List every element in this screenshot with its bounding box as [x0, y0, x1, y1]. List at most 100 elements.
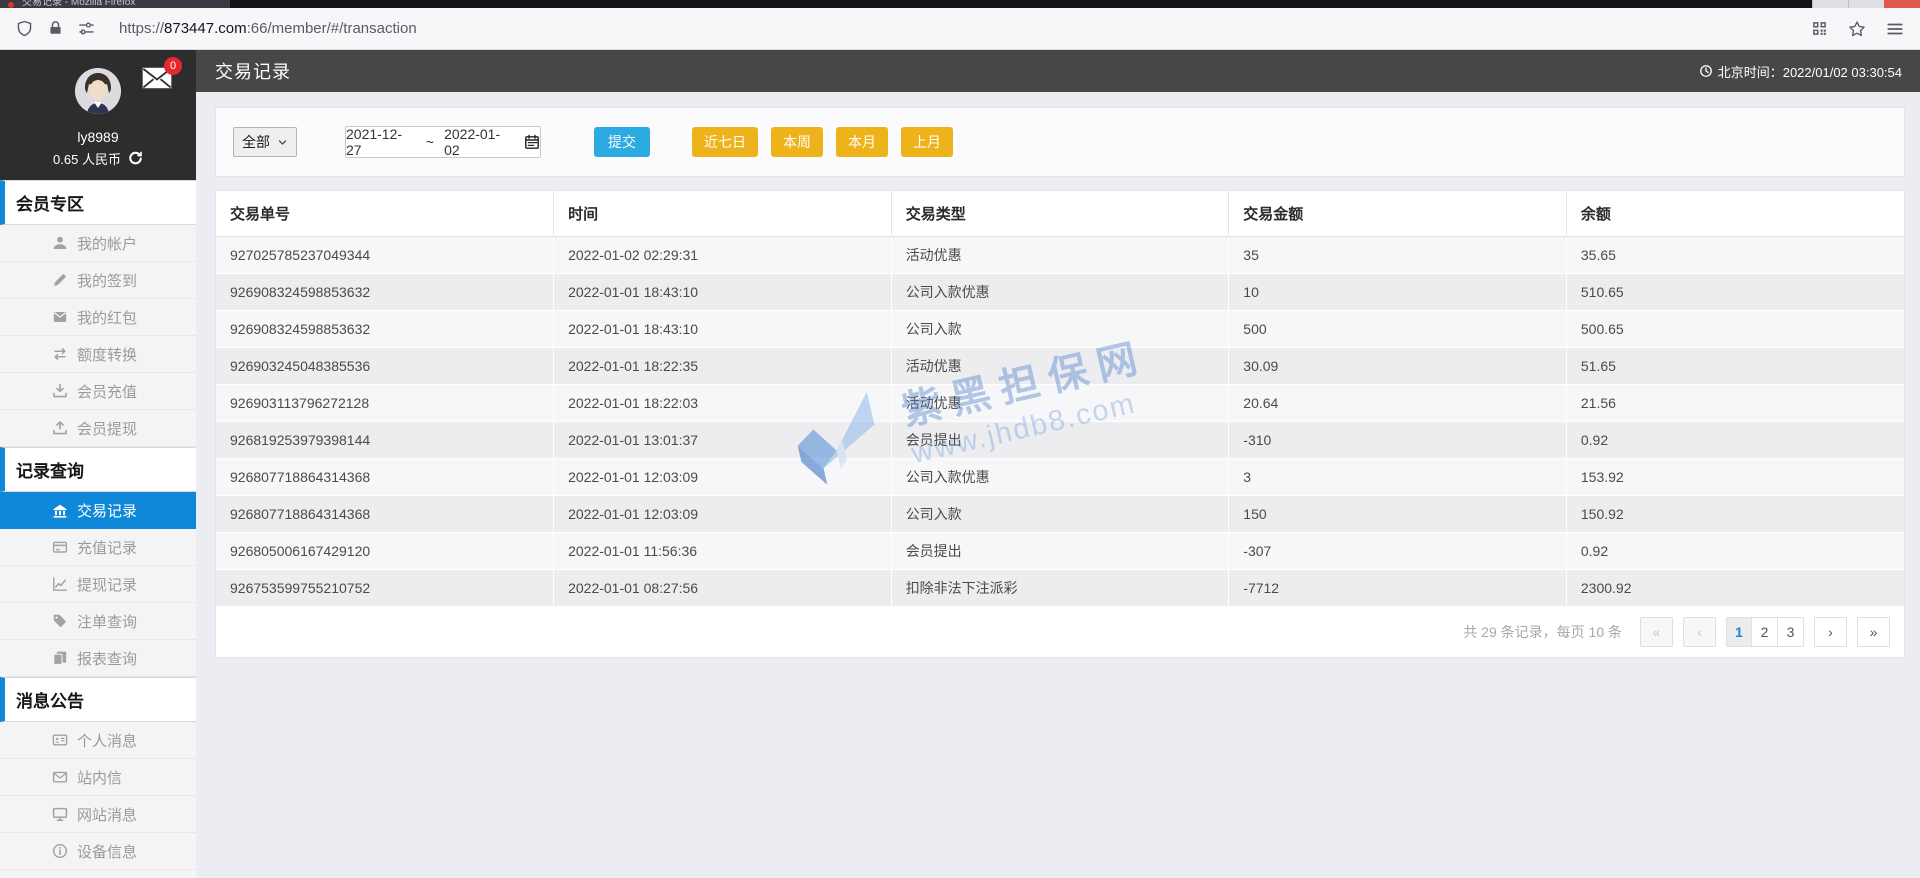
sidebar-item-label: 会员提现 [77, 420, 138, 438]
sidebar-item-label: 报表查询 [77, 650, 138, 668]
quick-button-this-week[interactable]: 本周 [771, 127, 823, 157]
cell-amount: 10 [1228, 273, 1567, 311]
sidebar-item-member-withdraw[interactable]: 会员提现 [0, 410, 196, 447]
url-prefix: https:// [119, 20, 165, 37]
pagination-prev-button[interactable]: ‹ [1683, 616, 1716, 647]
sidebar-item-withdrawal-records[interactable]: 提现记录 [0, 566, 196, 603]
cell-time: 2022-01-01 12:03:09 [553, 495, 892, 533]
table-row: 926903245048385536 2022-01-01 18:22:35 活动优… [216, 347, 1904, 385]
sidebar-section-records-query: 记录查询 [0, 447, 196, 492]
cell-time: 2022-01-01 12:03:09 [553, 458, 892, 496]
browser-tab-strip: 交易记录 - Mozilla Firefox [0, 0, 1920, 8]
cell-type: 公司入款优惠 [891, 458, 1230, 496]
table-row: 926753599755210752 2022-01-01 08:27:56 扣除非… [216, 569, 1904, 607]
shield-icon[interactable] [16, 20, 33, 37]
avatar[interactable] [75, 68, 121, 114]
cell-order-no: 926807718864314368 [216, 458, 555, 496]
maximize-button[interactable] [1848, 0, 1884, 8]
date-separator: ~ [425, 134, 435, 150]
refresh-balance-icon[interactable] [128, 151, 143, 166]
browser-tab[interactable]: 交易记录 - Mozilla Firefox [0, 0, 230, 8]
tags-icon [52, 613, 68, 629]
user-block: ly8989 0.65 人民币 0 [0, 50, 196, 180]
cell-type: 公司入款 [891, 310, 1230, 348]
lock-icon[interactable] [47, 20, 64, 37]
sidebar-item-label: 我的帐户 [77, 235, 138, 253]
sidebar-item-site-messages[interactable]: 网站消息 [0, 796, 196, 833]
table-header-row: 交易单号 时间 交易类型 交易金额 余额 [216, 191, 1904, 237]
url-bar[interactable]: https://873447.com:66/member/#/transacti… [119, 20, 417, 37]
calendar-icon [524, 134, 540, 150]
cell-order-no: 926908324598853632 [216, 273, 555, 311]
submit-button[interactable]: 提交 [594, 127, 650, 157]
transactions-table-card: 交易单号 时间 交易类型 交易金额 余额 927025785237049344 2022-… [215, 190, 1905, 658]
hamburger-menu-icon[interactable] [1886, 20, 1904, 38]
quick-button-this-month[interactable]: 本月 [836, 127, 888, 157]
permissions-icon[interactable] [78, 20, 95, 37]
table-row: 926805006167429120 2022-01-01 11:56:36 会员提… [216, 532, 1904, 570]
sidebar-item-my-account[interactable]: 我的帐户 [0, 225, 196, 262]
sidebar-item-member-deposit[interactable]: 会员充值 [0, 373, 196, 410]
close-button[interactable] [1884, 0, 1920, 8]
sidebar-item-report-query[interactable]: 报表查询 [0, 640, 196, 677]
column-header-order-no: 交易单号 [216, 191, 555, 237]
page-title: 交易记录 [215, 62, 291, 82]
cell-type: 会员提出 [891, 532, 1230, 570]
browser-toolbar: https://873447.com:66/member/#/transacti… [0, 8, 1920, 50]
pagination-page-1[interactable]: 1 [1726, 616, 1752, 647]
pagination-last-button[interactable]: » [1857, 616, 1890, 647]
cell-order-no: 926903113796272128 [216, 384, 555, 422]
bank-icon [52, 503, 68, 519]
sidebar-item-label: 我的红包 [77, 309, 138, 327]
beijing-time: 北京时间：2022/01/02 03:30:54 [1699, 62, 1902, 81]
cell-balance: 35.65 [1566, 236, 1904, 274]
type-select[interactable]: 全部 [233, 127, 297, 157]
cell-time: 2022-01-02 02:29:31 [553, 236, 892, 274]
card-icon [52, 539, 68, 555]
sidebar-item-label: 提现记录 [77, 576, 138, 594]
cell-time: 2022-01-01 18:22:35 [553, 347, 892, 385]
sidebar-item-label: 注单查询 [77, 613, 138, 631]
cell-amount: -307 [1228, 532, 1567, 570]
table-row: 926819253979398144 2022-01-01 13:01:37 会员提… [216, 421, 1904, 459]
sidebar-item-quota-transfer[interactable]: 额度转换 [0, 336, 196, 373]
url-domain: 873447.com [164, 20, 247, 37]
sidebar-item-label: 网站消息 [77, 806, 138, 824]
pagination-page-2[interactable]: 2 [1752, 616, 1778, 647]
date-range-input[interactable]: 2021-12-27 ~ 2022-01-02 [345, 126, 541, 158]
quick-button-recent-7-days[interactable]: 近七日 [692, 127, 758, 157]
pagination-first-button[interactable]: « [1640, 616, 1673, 647]
cell-amount: 35 [1228, 236, 1567, 274]
qr-code-icon[interactable] [1811, 20, 1828, 37]
sidebar-item-my-red-packet[interactable]: 我的红包 [0, 299, 196, 336]
pagination-page-3[interactable]: 3 [1778, 616, 1804, 647]
bookmark-star-icon[interactable] [1848, 20, 1866, 38]
sidebar-item-label: 设备信息 [77, 843, 138, 861]
cell-balance: 2300.92 [1566, 569, 1904, 607]
minimize-button[interactable] [1812, 0, 1848, 8]
sidebar-item-label: 充值记录 [77, 539, 138, 557]
table-row: 926807718864314368 2022-01-01 12:03:09 公司入… [216, 495, 1904, 533]
date-to: 2022-01-02 [444, 126, 501, 158]
exchange-icon [52, 346, 68, 362]
sidebar-item-site-mail[interactable]: 站内信 [0, 759, 196, 796]
cell-order-no: 926753599755210752 [216, 569, 555, 607]
sidebar-item-personal-messages[interactable]: 个人消息 [0, 722, 196, 759]
table-row: 926908324598853632 2022-01-01 18:43:10 公司入… [216, 273, 1904, 311]
sidebar-item-label: 我的签到 [77, 272, 138, 290]
info-icon [52, 843, 68, 859]
sidebar-item-my-checkin[interactable]: 我的签到 [0, 262, 196, 299]
sidebar-item-bet-query[interactable]: 注单查询 [0, 603, 196, 640]
cell-balance: 510.65 [1566, 273, 1904, 311]
messages-shortcut[interactable]: 0 [142, 57, 182, 90]
user-icon [52, 235, 68, 251]
sidebar-item-transaction-records[interactable]: 交易记录 [0, 492, 196, 529]
cell-amount: 30.09 [1228, 347, 1567, 385]
sidebar-item-deposit-records[interactable]: 充值记录 [0, 529, 196, 566]
quick-button-last-month[interactable]: 上月 [901, 127, 953, 157]
cell-type: 公司入款优惠 [891, 273, 1230, 311]
cell-amount: 20.64 [1228, 384, 1567, 422]
cell-order-no: 926903245048385536 [216, 347, 555, 385]
pagination-next-button[interactable]: › [1814, 616, 1847, 647]
sidebar-item-device-info[interactable]: 设备信息 [0, 833, 196, 870]
